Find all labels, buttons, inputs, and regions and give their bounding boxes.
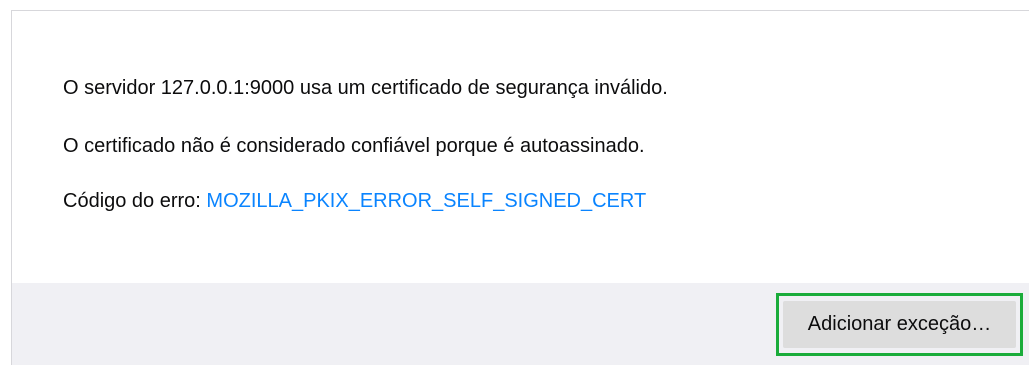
add-exception-button[interactable]: Adicionar exceção… <box>783 301 1016 348</box>
error-code-link[interactable]: MOZILLA_PKIX_ERROR_SELF_SIGNED_CERT <box>206 190 646 212</box>
invalid-certificate-message: O servidor 127.0.0.1:9000 usa um certifi… <box>63 77 668 99</box>
error-code-label: Código do erro: <box>63 190 207 212</box>
error-code-line: Código do erro: MOZILLA_PKIX_ERROR_SELF_… <box>63 189 646 213</box>
page: O servidor 127.0.0.1:9000 usa um certifi… <box>0 0 1029 365</box>
self-signed-message: O certificado não é considerado confiáve… <box>63 135 645 157</box>
